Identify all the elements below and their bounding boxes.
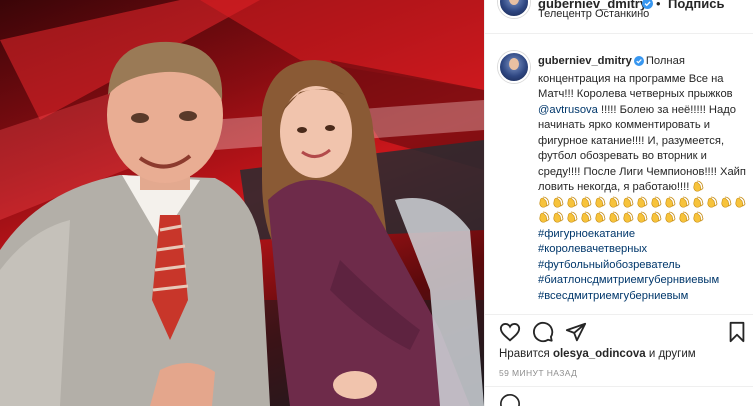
clap-emoji (651, 211, 662, 223)
caption-mention[interactable]: @avtrusova (538, 104, 598, 116)
clap-emoji (707, 196, 718, 208)
clap-emoji-block (538, 196, 748, 225)
caption-avatar[interactable] (498, 51, 530, 83)
clap-emoji (609, 196, 620, 208)
caption-text: guberniev_dmitry Полная концентрация на п… (538, 54, 748, 304)
clap-emoji (581, 211, 592, 223)
hashtag-link[interactable]: #всесдмитриемгуберниевым (538, 290, 688, 302)
post-header: guberniev_dmitry • Подпись Телецентр Ост… (485, 0, 753, 34)
heart-icon[interactable] (499, 321, 521, 343)
photo-illustration (0, 0, 484, 406)
clap-emoji (637, 196, 648, 208)
clap-emoji (665, 196, 676, 208)
caption-body-2: !!!!! Болею за неё!!!!! Надо начинать яр… (538, 103, 746, 194)
likes-suffix[interactable]: и другим (646, 348, 696, 360)
post-timestamp[interactable]: 59 МИНУТ НАЗАД (499, 368, 577, 378)
comment-icon[interactable] (532, 321, 554, 343)
hashtag-link[interactable]: #футбольныйобозреватель (538, 259, 681, 271)
caption-username[interactable]: guberniev_dmitry (538, 55, 632, 67)
clap-emoji (693, 180, 704, 192)
share-icon[interactable] (565, 321, 587, 343)
author-avatar[interactable] (498, 0, 530, 18)
clap-emoji (567, 196, 578, 208)
caption-comment: guberniev_dmitry Полная концентрация на п… (485, 44, 753, 306)
clap-emoji (623, 196, 634, 208)
post-side-panel: guberniev_dmitry • Подпись Телецентр Ост… (484, 0, 753, 406)
likes-line: Нравится olesya_odincova и другим (499, 348, 696, 360)
likes-user[interactable]: olesya_odincova (553, 348, 646, 360)
post-actions (485, 314, 753, 346)
clap-emoji (735, 196, 746, 208)
header-dot-separator: • (656, 0, 661, 11)
likes-prefix: Нравится (499, 348, 553, 360)
follow-button[interactable]: Подпись (668, 0, 724, 11)
clap-emoji (609, 211, 620, 223)
post-location[interactable]: Телецентр Останкино (538, 8, 649, 20)
clap-emoji (553, 196, 564, 208)
verified-icon (633, 56, 644, 72)
clap-emoji (679, 196, 690, 208)
clap-emoji (651, 196, 662, 208)
clap-emoji (553, 211, 564, 223)
save-icon[interactable] (726, 321, 748, 343)
add-comment-bar (485, 386, 753, 406)
clap-emoji (581, 196, 592, 208)
clap-emoji (539, 196, 550, 208)
clap-emoji (539, 211, 550, 223)
clap-emoji (567, 211, 578, 223)
clap-emoji (595, 196, 606, 208)
smile-icon[interactable] (499, 393, 521, 406)
clap-emoji (595, 211, 606, 223)
clap-emoji (623, 211, 634, 223)
hashtag-link[interactable]: #королевачетверных (538, 243, 647, 255)
hashtag-link[interactable]: #биатлонсдмитриемгубернвиевым (538, 274, 719, 286)
post-photo[interactable] (0, 0, 484, 406)
clap-emoji-line (692, 180, 706, 193)
clap-emoji (693, 211, 704, 223)
hashtag-link[interactable]: #фигурноекатание (538, 228, 635, 240)
clap-emoji (679, 211, 690, 223)
clap-emoji (693, 196, 704, 208)
clap-emoji (665, 211, 676, 223)
clap-emoji (637, 211, 648, 223)
clap-emoji (721, 196, 732, 208)
